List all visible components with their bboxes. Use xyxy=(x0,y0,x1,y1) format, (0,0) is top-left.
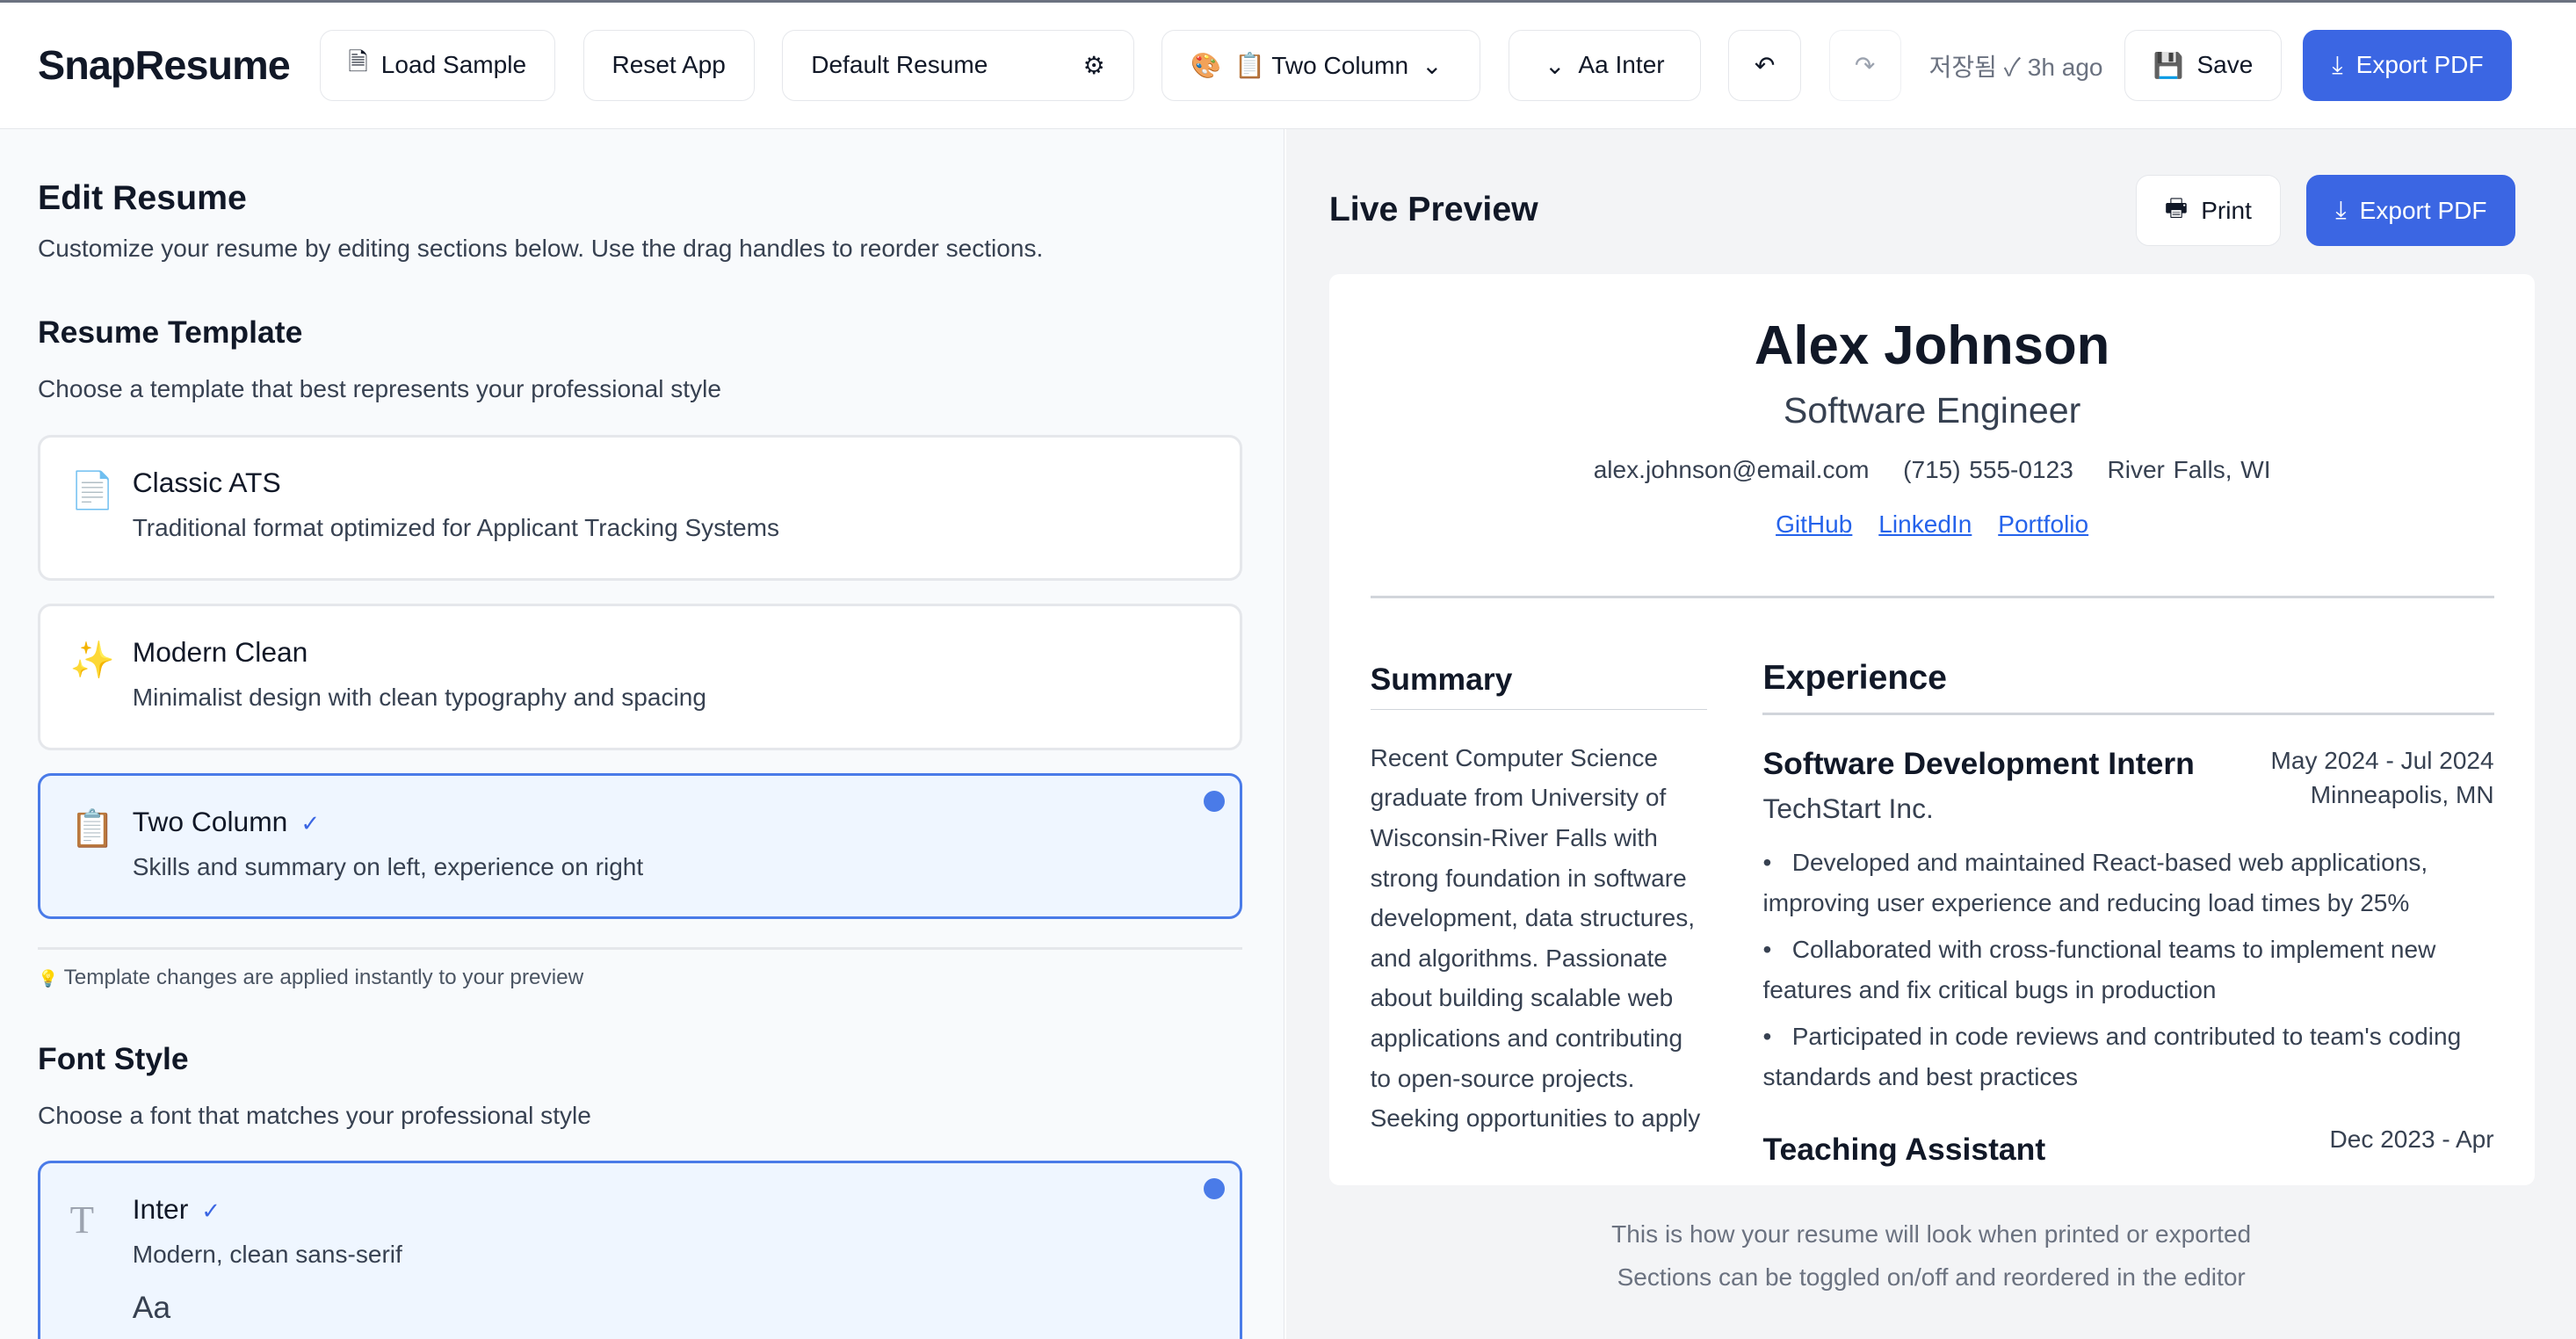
phone: (715) 555-0123 xyxy=(1903,456,2073,484)
template-tip: 💡 Template changes are applied instantly… xyxy=(38,966,583,990)
editor-panel: Edit Resume Customize your resume by edi… xyxy=(0,128,1285,1339)
divider xyxy=(38,947,1242,950)
undo-button[interactable]: ↶ xyxy=(1728,30,1801,101)
text-icon: T xyxy=(69,1197,95,1241)
download-icon: ⤓ xyxy=(2335,196,2347,224)
font-select[interactable]: ⌄ Aa Inter xyxy=(1508,30,1701,101)
template-section-description: Choose a template that best represents y… xyxy=(38,375,721,403)
job-bullet: • Collaborated with cross-functional tea… xyxy=(1762,936,2436,1004)
location: River Falls, WI xyxy=(2107,456,2271,484)
load-sample-button[interactable]: 🗎 Load Sample xyxy=(319,30,555,101)
template-description: Skills and summary on left, experience o… xyxy=(132,852,644,880)
divider xyxy=(1370,596,2494,598)
print-button[interactable]: 🖶 Print xyxy=(2135,175,2281,246)
preview-footer-note: This is how your resume will look when p… xyxy=(1611,1220,2252,1249)
job-dates: May 2024 - Jul 2024 xyxy=(2270,746,2494,774)
save-button[interactable]: 💾 Save xyxy=(2124,30,2283,101)
document-icon: 📄 xyxy=(69,470,115,511)
font-description: Modern, clean sans-serif xyxy=(132,1240,402,1268)
contact-info: alex.johnson@email.com (715) 555-0123 Ri… xyxy=(1329,456,2536,484)
job-entry: Teaching Assistant Dec 2023 - Apr xyxy=(1762,1125,2493,1168)
clipboard-icon: 📋 xyxy=(69,808,115,850)
job-location: Minneapolis, MN xyxy=(2310,780,2494,808)
github-link[interactable]: GitHub xyxy=(1776,510,1852,538)
preview-title: Live Preview xyxy=(1328,190,1538,229)
resume-title: Software Engineer xyxy=(1783,390,2081,431)
template-card-two-column[interactable]: 📋 Two Column ✓ Skills and summary on left, … xyxy=(38,773,1242,920)
preview-export-pdf-button[interactable]: ⤓ Export PDF xyxy=(2306,175,2516,246)
sparkles-icon: ✨ xyxy=(69,639,115,680)
font-sample: Aa xyxy=(132,1290,171,1326)
app-header: SnapResume 🗎 Load Sample Reset App Defaul… xyxy=(0,3,2576,129)
font-section-description: Choose a font that matches your professi… xyxy=(38,1102,591,1130)
redo-button[interactable]: ↷ xyxy=(1828,30,1901,101)
portfolio-link[interactable]: Portfolio xyxy=(1998,510,2088,538)
preview-panel: Live Preview 🖶 Print ⤓ Export PDF Alex Joh… xyxy=(1286,128,2576,1339)
app-logo: SnapResume xyxy=(38,42,291,89)
linkedin-link[interactable]: LinkedIn xyxy=(1878,510,1972,538)
template-name: Classic ATS xyxy=(132,467,281,499)
font-name: Inter xyxy=(132,1193,189,1225)
tip-text: Template changes are applied instantly t… xyxy=(63,965,584,989)
selected-indicator xyxy=(1203,790,1225,813)
chevron-down-icon: ⌄ xyxy=(1422,51,1443,79)
document-icon: 🗎 xyxy=(348,48,368,76)
preview-footer-note: Sections can be toggled on/off and reord… xyxy=(1617,1263,2246,1291)
email: alex.johnson@email.com xyxy=(1593,456,1870,484)
gear-icon[interactable]: ⚙ xyxy=(1083,51,1105,80)
resume-selector[interactable]: Default Resume ⚙ xyxy=(782,30,1134,101)
save-icon: 💾 xyxy=(2153,51,2184,79)
template-select-value: 📋 Two Column xyxy=(1234,51,1409,79)
undo-icon: ↶ xyxy=(1754,51,1776,79)
editor-title: Edit Resume xyxy=(38,178,247,218)
template-description: Minimalist design with clean typography … xyxy=(132,683,706,711)
template-description: Traditional format optimized for Applica… xyxy=(132,514,779,542)
chevron-down-icon: ⌄ xyxy=(1544,51,1566,79)
download-icon: ⤓ xyxy=(2332,50,2343,78)
lightbulb-icon: 💡 xyxy=(38,968,59,988)
redo-icon: ↷ xyxy=(1854,51,1876,79)
bullet-text: Developed and maintained React-based web… xyxy=(1762,849,2428,917)
template-name: Modern Clean xyxy=(132,636,308,669)
resume-name: Alex Johnson xyxy=(1754,315,2110,377)
font-select-value: Aa Inter xyxy=(1578,51,1665,79)
save-label: Save xyxy=(2196,51,2254,79)
template-select[interactable]: 🎨 📋 Two Column ⌄ xyxy=(1161,30,1481,101)
font-section-title: Font Style xyxy=(38,1040,189,1076)
resume-links: GitHub LinkedIn Portfolio xyxy=(1329,510,2536,539)
summary-text: Recent Computer Science graduate from Un… xyxy=(1370,743,1701,1133)
print-label: Print xyxy=(2201,196,2252,224)
job-bullet: • Participated in code reviews and contr… xyxy=(1762,1023,2462,1091)
palette-icon: 🎨 xyxy=(1190,51,1222,79)
job-bullet: • Developed and maintained React-based w… xyxy=(1762,849,2428,917)
reset-app-button[interactable]: Reset App xyxy=(582,30,755,101)
editor-description: Customize your resume by editing section… xyxy=(38,234,1044,262)
job-dates: Dec 2023 - Apr xyxy=(2329,1125,2494,1153)
bullet-text: Collaborated with cross-functional teams… xyxy=(1762,936,2436,1004)
resume-name: Default Resume xyxy=(811,51,988,79)
reset-app-label: Reset App xyxy=(611,51,726,79)
template-card-classic-ats[interactable]: 📄 Classic ATS Traditional format optimized… xyxy=(38,434,1242,582)
bullet-text: Participated in code reviews and contrib… xyxy=(1762,1023,2462,1091)
export-pdf-label: Export PDF xyxy=(2355,51,2484,79)
template-card-modern-clean[interactable]: ✨ Modern Clean Minimalist design with clea… xyxy=(38,604,1242,750)
resume-preview: Alex Johnson Software Engineer alex.john… xyxy=(1328,273,2536,1186)
font-card-inter[interactable]: T Inter ✓ Modern, clean sans-serif Aa xyxy=(38,1161,1242,1339)
printer-icon: 🖶 xyxy=(2164,193,2189,221)
template-name: Two Column xyxy=(132,805,288,837)
save-status: 저장됨 ✓ 3h ago xyxy=(1928,53,2103,81)
load-sample-label: Load Sample xyxy=(380,51,527,79)
export-pdf-label: Export PDF xyxy=(2359,196,2487,224)
job-entry: Software Development Intern TechStart In… xyxy=(1762,746,2493,1168)
check-icon: ✓ xyxy=(201,1198,221,1224)
summary-heading: Summary xyxy=(1370,662,1707,710)
export-pdf-button[interactable]: ⤓ Export PDF xyxy=(2303,30,2513,101)
experience-heading: Experience xyxy=(1762,658,2494,715)
check-icon: ✓ xyxy=(300,809,321,836)
template-section-title: Resume Template xyxy=(38,315,303,351)
